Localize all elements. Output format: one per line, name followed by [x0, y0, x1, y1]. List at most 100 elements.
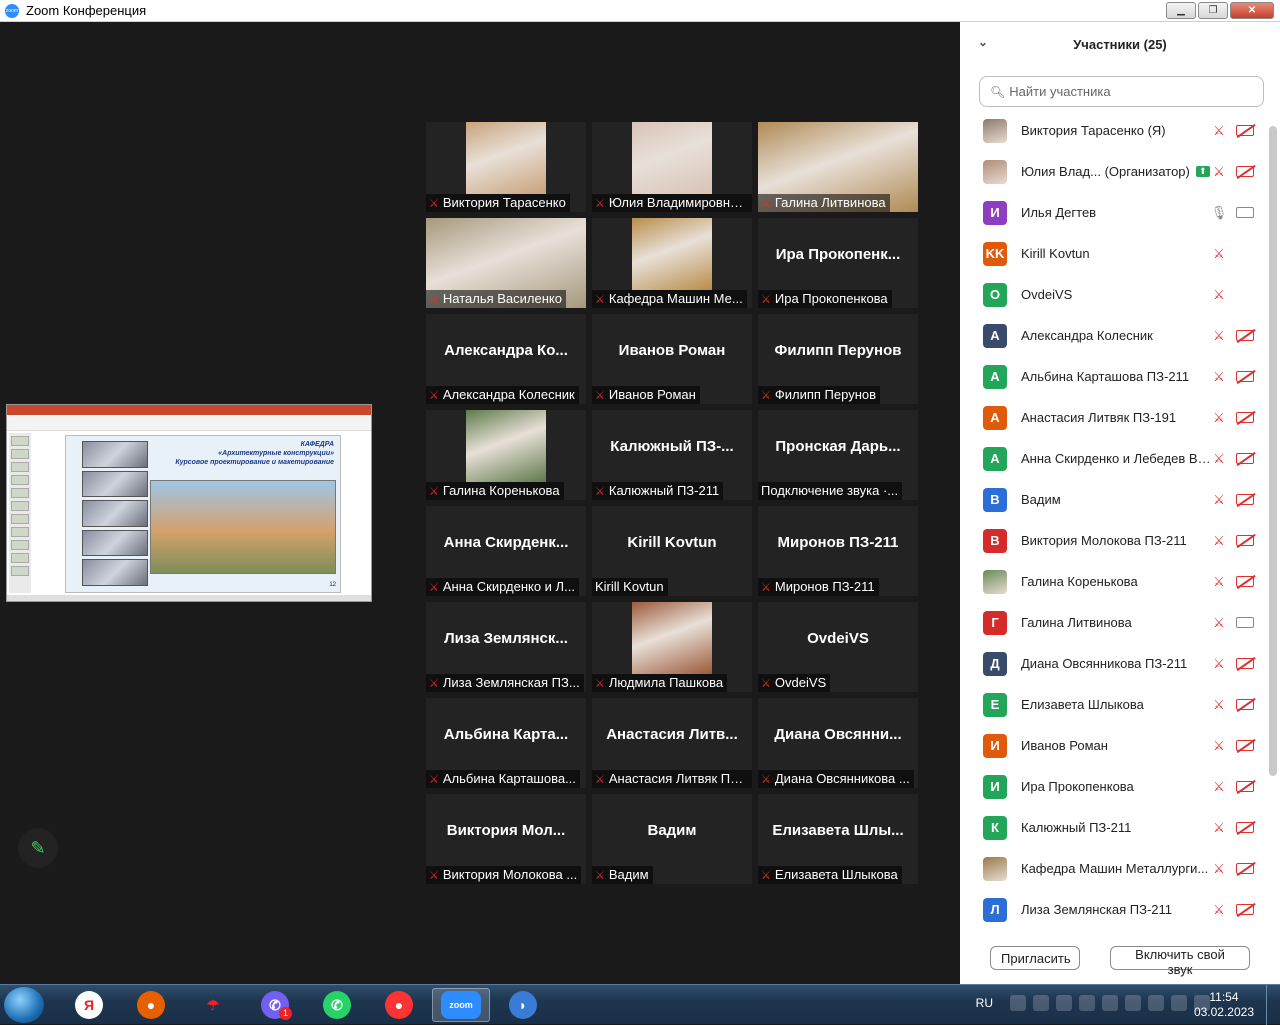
participant-search[interactable]: 🔍︎ [979, 76, 1264, 107]
video-tile[interactable]: Виктория Мол... ⚔ Виктория Молокова ... [426, 794, 586, 884]
participant-row[interactable]: В Виктория Молокова ПЗ-211 ⚔ [960, 520, 1268, 561]
muted-mic-icon: ⚔ [595, 390, 605, 402]
avatar: А [983, 364, 1007, 389]
participant-row[interactable]: O OvdeiVS ⚔ [960, 274, 1268, 315]
participant-list-scrollbar[interactable] [1269, 126, 1277, 776]
participant-name: Кафедра Машин Металлурги... [1021, 861, 1209, 876]
clock[interactable]: 11:54 03.02.2023 [1194, 990, 1254, 1020]
participant-row[interactable]: Юлия Влад... (Организатор) ⬆ ⚔ [960, 151, 1268, 192]
video-tile[interactable]: ⚔ Юлия Владимировна... [592, 122, 752, 212]
tile-name-label: ⚔ Лиза Землянская ПЗ... [426, 674, 584, 692]
taskbar-screen-recorder-button[interactable]: ● [370, 988, 428, 1022]
avatar: KK [983, 241, 1007, 266]
muted-mic-icon: ⚔ [429, 198, 439, 210]
participant-row[interactable]: Виктория Тарасенко (Я) ⚔ [960, 110, 1268, 151]
slide-subtitle: Курсовое проектирование и макетирование [175, 459, 334, 466]
video-tile[interactable]: OvdeiVS ⚔ OvdeiVS [758, 602, 918, 692]
video-tile[interactable]: Анна Скирденк... ⚔ Анна Скирденко и Л... [426, 506, 586, 596]
tile-label-text: Иванов Роман [608, 387, 696, 402]
chevron-down-icon[interactable]: ⌄ [978, 35, 988, 49]
zoom-tray-icon[interactable] [1010, 995, 1026, 1011]
video-tile[interactable]: ⚔ Виктория Тарасенко [426, 122, 586, 212]
tile-label-text: Подключение звука ·... [761, 483, 899, 498]
no-video-placeholder [1236, 286, 1254, 303]
taskbar-viber-button[interactable]: ✆ 1 [246, 988, 304, 1022]
participant-status-icons: ⚔ [1210, 901, 1254, 918]
video-tile[interactable]: Пронская Дарь... Подключение звука ·... [758, 410, 918, 500]
participant-row[interactable]: Кафедра Машин Металлурги... ⚔ [960, 848, 1268, 889]
participant-row[interactable]: К Калюжный ПЗ-211 ⚔ [960, 807, 1268, 848]
avatar: O [983, 282, 1007, 307]
video-tile[interactable]: Диана Овсянни... ⚔ Диана Овсянникова ... [758, 698, 918, 788]
taskbar-zoom-button[interactable]: zoom [432, 988, 490, 1022]
taskbar-yandex-browser-button[interactable]: Я [60, 988, 118, 1022]
muted-mic-icon: ⚔ [429, 486, 439, 498]
video-tile[interactable]: Вадим ⚔ Вадим [592, 794, 752, 884]
participant-row[interactable]: А Александра Колесник ⚔ [960, 315, 1268, 356]
network-tray-icon[interactable] [1102, 995, 1118, 1011]
muted-mic-icon: ⚔ [1213, 533, 1225, 548]
flag-icon[interactable] [1171, 995, 1187, 1011]
tile-display-name: Диана Овсянни... [774, 726, 902, 743]
video-tile[interactable]: ⚔ Людмила Пашкова [592, 602, 752, 692]
video-tile[interactable]: Лиза Землянск... ⚔ Лиза Землянская ПЗ... [426, 602, 586, 692]
shared-screen-thumbnail[interactable]: КАФЕДРА «Архитектурные конструкции» Курс… [6, 404, 372, 602]
taskbar-firefox-button[interactable]: ● [122, 988, 180, 1022]
participant-row[interactable]: Д Диана Овсянникова ПЗ-211 ⚔ [960, 643, 1268, 684]
start-button[interactable] [4, 987, 44, 1023]
video-off-icon [1236, 740, 1254, 751]
volume-icon[interactable] [1125, 995, 1141, 1011]
sync-tray-icon[interactable] [1056, 995, 1072, 1011]
muted-mic-icon: ⚔ [1213, 902, 1225, 917]
video-tile[interactable]: ⚔ Наталья Василенко [426, 218, 586, 308]
taskbar-disk-app-button[interactable]: ◗ [494, 988, 552, 1022]
viber-tray-icon[interactable] [1079, 995, 1095, 1011]
invite-button[interactable]: Пригласить [990, 946, 1080, 970]
tile-name-label: ⚔ Людмила Пашкова [592, 674, 728, 692]
participant-row[interactable]: А Анна Скирденко и Лебедев Ви... ⚔ [960, 438, 1268, 479]
signal-icon[interactable] [1148, 995, 1164, 1011]
video-tile[interactable]: ⚔ Галина Коренькова [426, 410, 586, 500]
yandex-tray-icon[interactable] [1033, 995, 1049, 1011]
participant-row[interactable]: Галина Коренькова ⚔ [960, 561, 1268, 602]
participant-row[interactable]: И Илья Дегтев 🎙︎ [960, 192, 1268, 233]
video-tile[interactable]: Елизавета Шлы... ⚔ Елизавета Шлыкова [758, 794, 918, 884]
video-tile[interactable]: Анастасия Литв... ⚔ Анастасия Литвяк ПЗ... [592, 698, 752, 788]
participant-row[interactable]: Г Галина Литвинова ⚔ [960, 602, 1268, 643]
video-tile[interactable]: ⚔ Кафедра Машин Ме... [592, 218, 752, 308]
video-tile[interactable]: Иванов Роман ⚔ Иванов Роман [592, 314, 752, 404]
minimize-button[interactable]: ▁ [1166, 2, 1196, 19]
tile-name-label: ⚔ Елизавета Шлыкова [758, 866, 902, 884]
close-button[interactable]: ✕ [1230, 2, 1274, 19]
participant-row[interactable]: А Анастасия Литвяк ПЗ-191 ⚔ [960, 397, 1268, 438]
participant-row[interactable]: KK Kirill Kovtun ⚔ [960, 233, 1268, 274]
tile-label-text: Наталья Василенко [442, 291, 562, 306]
participant-row[interactable]: И Ира Прокопенкова ⚔ [960, 766, 1268, 807]
tile-label-text: Юлия Владимировна... [608, 195, 749, 210]
language-indicator[interactable]: RU [976, 996, 993, 1010]
maximize-button[interactable]: ❐ [1198, 2, 1228, 19]
video-tile[interactable]: ⚔ Галина Литвинова [758, 122, 918, 212]
search-input[interactable] [1009, 84, 1250, 99]
participant-row[interactable]: Л Лиза Землянская ПЗ-211 ⚔ [960, 889, 1268, 930]
participant-row[interactable]: И Иванов Роман ⚔ [960, 725, 1268, 766]
video-tile[interactable]: Калюжный ПЗ-... ⚔ Калюжный ПЗ-211 [592, 410, 752, 500]
unmute-self-button[interactable]: Включить свой звук [1110, 946, 1250, 977]
video-tile[interactable]: Филипп Перунов ⚔ Филипп Перунов [758, 314, 918, 404]
taskbar-umbrella-button[interactable]: ☂ [184, 988, 242, 1022]
video-tile[interactable]: Александра Ко... ⚔ Александра Колесник [426, 314, 586, 404]
video-tile[interactable]: Миронов ПЗ-211 ⚔ Миронов ПЗ-211 [758, 506, 918, 596]
annotate-pencil-button[interactable]: ✎ [18, 828, 58, 868]
avatar: И [983, 200, 1007, 225]
tile-name-label: ⚔ Калюжный ПЗ-211 [592, 482, 724, 500]
participant-row[interactable]: А Альбина Карташова ПЗ-211 ⚔ [960, 356, 1268, 397]
tile-display-name: OvdeiVS [807, 630, 869, 647]
participant-row[interactable]: В Вадим ⚔ [960, 479, 1268, 520]
participant-status-icons: ⚔ [1210, 532, 1254, 549]
video-tile[interactable]: Альбина Карта... ⚔ Альбина Карташова... [426, 698, 586, 788]
taskbar-whatsapp-button[interactable]: ✆ [308, 988, 366, 1022]
video-tile[interactable]: Kirill Kovtun Kirill Kovtun [592, 506, 752, 596]
participant-row[interactable]: Е Елизавета Шлыкова ⚔ [960, 684, 1268, 725]
show-desktop-button[interactable] [1266, 985, 1280, 1025]
video-tile[interactable]: Ира Прокопенк... ⚔ Ира Прокопенкова [758, 218, 918, 308]
